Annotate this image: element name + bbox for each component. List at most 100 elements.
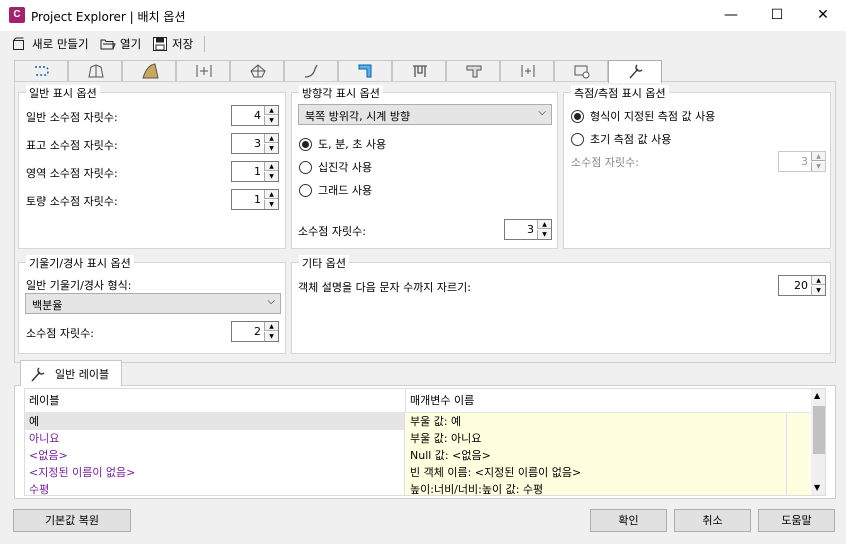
toolbar: 새로 만들기 열기 저장 [0,31,846,57]
chevron-down-icon: ⌵ [267,296,275,307]
column-header-parameter[interactable]: 매개변수 이름 [406,389,811,413]
station-decimal-spinner[interactable]: 3 ▲ ▼ [778,151,826,172]
row-label[interactable]: <지정된 이름이 없음> [25,464,405,481]
spin-down-icon[interactable]: ▼ [264,144,278,153]
tab-assembly[interactable] [176,60,230,81]
tab-general-settings[interactable] [608,60,662,83]
row-parameter: 부울 값: 예 [406,413,787,430]
spin-down-icon[interactable]: ▼ [264,332,278,341]
table-row[interactable]: <없음> Null 값: <없음> [25,447,810,464]
table-row[interactable]: 아니요 부울 값: 아니요 [25,430,810,447]
tab-alignment[interactable] [122,60,176,81]
spin-up-icon[interactable]: ▲ [537,220,551,229]
spin-down-icon[interactable]: ▼ [264,116,278,125]
table-row[interactable]: 예 부울 값: 예 [25,413,810,430]
elevation-decimal-spinner[interactable]: 3 ▲ ▼ [231,133,279,154]
reset-defaults-button[interactable]: 기본값 복원 [13,509,131,532]
spin-down-icon[interactable]: ▼ [264,200,278,209]
tab-surface[interactable] [230,60,284,81]
grade-decimal-label: 소수점 자릿수: [26,327,94,340]
radio-formatted-station[interactable]: 형식이 지정된 측점 값 사용 [571,108,715,124]
settings-tab-strip [14,60,834,83]
spin-up-icon[interactable]: ▲ [264,134,278,143]
toolbar-separator [204,36,205,52]
pipe-icon [358,64,372,78]
row-extra-cell [788,447,810,464]
radio-indicator [299,183,312,197]
general-decimal-spinner[interactable]: 4 ▲ ▼ [231,105,279,126]
app-icon: C [9,7,25,23]
ok-button[interactable]: 확인 [590,509,667,532]
spin-down-icon[interactable]: ▼ [537,230,551,239]
other-options-group: 기타 옵션 [291,255,831,354]
save-button[interactable]: 저장 [152,34,193,54]
row-label[interactable]: 수평 [25,481,405,495]
other-options-title: 기타 옵션 [299,255,349,271]
save-button-label: 저장 [172,37,194,51]
scrollbar-thumb[interactable] [813,406,825,454]
radio-dms[interactable]: 도, 분, 초 사용 [299,136,386,152]
bearing-display-title: 방향각 표시 옵션 [299,85,383,101]
scroll-down-icon[interactable]: ▼ [814,483,820,492]
folder-open-icon [100,39,116,50]
grade-decimal-spinner[interactable]: 2 ▲ ▼ [231,321,279,342]
row-label[interactable]: 아니요 [25,430,405,447]
table-row[interactable]: 수평 높이:너비/너비:높이 값: 수평 [25,481,810,495]
row-label[interactable]: <없음> [25,447,405,464]
spin-up-icon[interactable]: ▲ [264,190,278,199]
radio-decimal-degrees[interactable]: 십진각 사용 [299,159,372,175]
tab-section[interactable] [500,60,554,81]
minimize-button[interactable]: — [708,0,754,31]
row-extra-cell [788,481,810,495]
maximize-button[interactable]: ☐ [754,0,800,31]
tab-station[interactable] [554,60,608,81]
spin-up-icon[interactable]: ▲ [264,322,278,331]
labels-grid: 레이블 매개변수 이름 예 부울 값: 예 아니요 부울 값: 아니요 <없음>… [24,388,826,496]
station-decimal-label: 소수점 자릿수: [571,156,639,169]
radio-indicator [571,109,584,123]
spin-up-icon[interactable]: ▲ [811,276,825,285]
spin-up-icon[interactable]: ▲ [264,162,278,171]
spin-up-icon[interactable]: ▲ [811,152,825,161]
grade-format-select[interactable]: 백분율 ⌵ [25,293,281,314]
tab-linework[interactable] [14,60,68,81]
spin-down-icon[interactable]: ▼ [811,162,825,171]
spin-down-icon[interactable]: ▼ [811,286,825,295]
radio-indicator [299,160,312,174]
truncate-label: 객체 설명을 다음 문자 수까지 자르기: [298,281,471,294]
open-button[interactable]: 열기 [100,34,141,54]
tab-profile[interactable] [68,60,122,81]
section-icon [521,65,535,77]
tab-pressure[interactable] [446,60,500,81]
row-label[interactable]: 예 [25,413,405,430]
pressure-pipe-icon [466,65,482,78]
elevation-decimal-label: 표고 소수점 자릿수: [26,139,118,152]
road-icon [142,63,159,79]
table-row[interactable]: <지정된 이름이 없음> 빈 객체 이름: <지정된 이름이 없음> [25,464,810,481]
tab-general-labels[interactable]: 일반 레이블 [20,360,122,386]
truncate-spinner[interactable]: 20 ▲ ▼ [778,275,826,296]
volume-decimal-spinner[interactable]: 1 ▲ ▼ [231,189,279,210]
radio-raw-station[interactable]: 초기 측점 값 사용 [571,131,671,147]
bearing-decimal-spinner[interactable]: 3 ▲ ▼ [504,219,552,240]
vertical-scrollbar[interactable]: ▲ ▼ [811,389,825,495]
bearing-decimal-label: 소수점 자릿수: [298,225,366,238]
cancel-button[interactable]: 취소 [674,509,751,532]
tab-corridor[interactable] [284,60,338,81]
bearing-format-select[interactable]: 북쪽 방위각, 시계 방향 ⌵ [298,104,552,125]
spin-up-icon[interactable]: ▲ [264,106,278,115]
row-parameter: 빈 객체 이름: <지정된 이름이 없음> [406,464,787,481]
new-button[interactable]: 새로 만들기 [12,34,89,54]
scroll-up-icon[interactable]: ▲ [814,391,820,400]
tab-structure[interactable] [392,60,446,81]
radio-grads[interactable]: 그래드 사용 [299,182,372,198]
column-header-label[interactable]: 레이블 [25,389,406,413]
area-decimal-label: 영역 소수점 자릿수: [26,167,118,180]
spin-down-icon[interactable]: ▼ [264,172,278,181]
tab-pipe[interactable] [338,60,392,81]
curve-icon [304,64,318,78]
station-display-title: 측점/측점 표시 옵션 [571,85,669,101]
area-decimal-spinner[interactable]: 1 ▲ ▼ [231,161,279,182]
close-button[interactable]: ✕ [800,0,846,31]
help-button[interactable]: 도움말 [758,509,835,532]
